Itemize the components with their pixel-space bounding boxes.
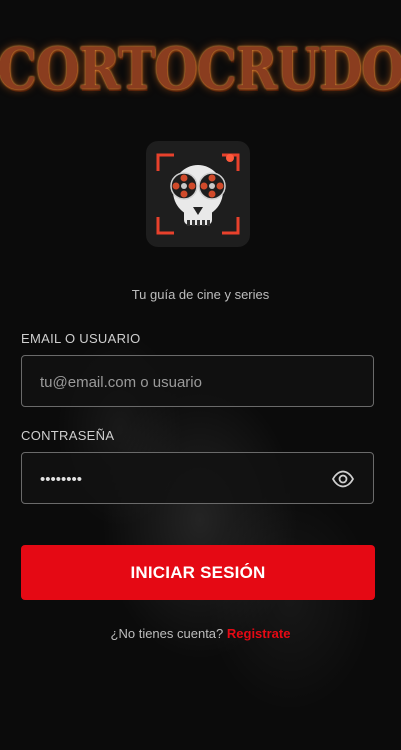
- password-input[interactable]: [38, 453, 332, 505]
- login-button[interactable]: INICIAR SESIÓN: [21, 545, 375, 600]
- eye-icon[interactable]: [331, 467, 355, 491]
- skull-film-reel-icon: [156, 153, 240, 235]
- app-icon: [146, 141, 250, 247]
- register-link[interactable]: Registrate: [227, 626, 291, 641]
- logo-text: CORTOCRUDO: [0, 34, 401, 102]
- password-field[interactable]: [21, 452, 374, 505]
- brand-logo: CORTOCRUDO: [0, 28, 401, 108]
- password-label: CONTRASEÑA: [21, 428, 115, 443]
- email-label: EMAIL O USUARIO: [21, 331, 141, 346]
- signup-prompt: ¿No tienes cuenta? Registrate: [0, 626, 401, 641]
- signup-text: ¿No tienes cuenta?: [110, 626, 224, 641]
- email-input[interactable]: [38, 356, 332, 408]
- tagline: Tu guía de cine y series: [131, 287, 270, 302]
- email-field[interactable]: [21, 355, 374, 408]
